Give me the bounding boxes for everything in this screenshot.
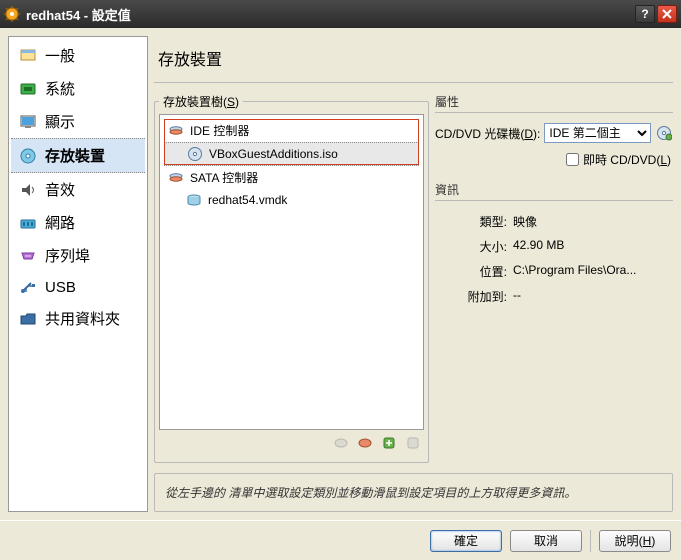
add-attachment-button[interactable] — [380, 434, 398, 452]
sata-controller-icon — [168, 170, 184, 186]
attributes-panel: 屬性 CD/DVD 光碟機(D): IDE 第二個主 即時 CD/DVD(L) … — [435, 93, 673, 463]
info-label: 位置: — [435, 263, 507, 280]
info-value: -- — [513, 288, 673, 305]
drive-label: CD/DVD 光碟機(D): — [435, 125, 540, 142]
live-cd-checkbox[interactable] — [566, 153, 579, 166]
live-cd-checkbox-row[interactable]: 即時 CD/DVD(L) — [566, 151, 671, 168]
cancel-button[interactable]: 取消 — [510, 530, 582, 552]
titlebar-help-button[interactable]: ? — [635, 5, 655, 23]
info-row-location: 位置: C:\Program Files\Ora... — [435, 261, 673, 282]
info-label: 大小: — [435, 238, 507, 255]
sidebar-item-network[interactable]: 網路 — [11, 206, 145, 239]
titlebar: redhat54 - 設定值 ? — [0, 0, 681, 28]
help-button[interactable]: 說明(H) — [599, 530, 671, 552]
attributes-head: 屬性 — [435, 93, 673, 113]
sidebar-item-system[interactable]: 系統 — [11, 72, 145, 105]
sidebar-item-storage[interactable]: 存放裝置 — [11, 138, 145, 173]
tree-item-label: redhat54.vmdk — [208, 193, 287, 207]
tree-item-label: IDE 控制器 — [190, 122, 249, 139]
info-head: 資訊 — [435, 181, 673, 201]
storage-tree[interactable]: IDE 控制器 VBoxGuestAdditions.iso SATA 控制器 … — [159, 114, 424, 430]
usb-icon — [19, 278, 37, 296]
storage-icon — [19, 147, 37, 165]
disc-browse-button[interactable] — [655, 124, 673, 142]
sidebar-item-label: USB — [45, 279, 76, 296]
gear-icon — [4, 6, 20, 22]
sidebar-item-shared[interactable]: 共用資料夾 — [11, 302, 145, 335]
info-row-size: 大小: 42.90 MB — [435, 236, 673, 257]
window-title: redhat54 - 設定值 — [26, 5, 633, 24]
info-label: 類型: — [435, 213, 507, 230]
sidebar-item-serial[interactable]: 序列埠 — [11, 239, 145, 272]
drive-select[interactable]: IDE 第二個主 — [544, 123, 651, 143]
dialog-footer: 確定 取消 說明(H) — [0, 520, 681, 560]
sidebar-item-display[interactable]: 顯示 — [11, 105, 145, 138]
tree-legend: 存放裝置樹(S) — [159, 93, 243, 110]
info-value: 42.90 MB — [513, 238, 673, 255]
remove-attachment-button[interactable] — [404, 434, 422, 452]
hint-box: 從左手邊的 清單中選取設定類別並移動滑鼠到設定項目的上方取得更多資訊。 — [154, 473, 673, 512]
sidebar-item-label: 顯示 — [45, 111, 75, 132]
info-value: 映像 — [513, 213, 673, 230]
tree-toolbar — [159, 430, 424, 452]
tree-item-sata-controller[interactable]: SATA 控制器 — [164, 166, 419, 189]
sidebar-item-general[interactable]: 一般 — [11, 39, 145, 72]
live-cd-label: 即時 CD/DVD(L) — [583, 151, 671, 168]
sidebar-item-label: 一般 — [45, 45, 75, 66]
tree-item-ide-controller[interactable]: IDE 控制器 — [164, 119, 419, 142]
sidebar-item-label: 序列埠 — [45, 245, 90, 266]
storage-tree-fieldset: 存放裝置樹(S) IDE 控制器 VBoxGuestAdditions.iso … — [154, 93, 429, 463]
tree-item-iso[interactable]: VBoxGuestAdditions.iso — [164, 142, 419, 166]
serial-icon — [19, 247, 37, 265]
general-icon — [19, 47, 37, 65]
sidebar-item-label: 音效 — [45, 179, 75, 200]
sidebar-item-label: 系統 — [45, 78, 75, 99]
tree-item-label: VBoxGuestAdditions.iso — [209, 147, 338, 161]
shared-folder-icon — [19, 310, 37, 328]
category-sidebar: 一般 系統 顯示 存放裝置 音效 網路 序列埠 USB — [8, 36, 148, 512]
page-title: 存放裝置 — [154, 36, 673, 83]
info-label: 附加到: — [435, 288, 507, 305]
separator — [590, 530, 591, 552]
sidebar-item-label: 網路 — [45, 212, 75, 233]
system-icon — [19, 80, 37, 98]
audio-icon — [19, 181, 37, 199]
hdd-icon — [186, 192, 202, 208]
sidebar-item-usb[interactable]: USB — [11, 272, 145, 302]
display-icon — [19, 113, 37, 131]
cd-icon — [187, 146, 203, 162]
network-icon — [19, 214, 37, 232]
ok-button[interactable]: 確定 — [430, 530, 502, 552]
add-controller-button[interactable] — [332, 434, 350, 452]
info-row-type: 類型: 映像 — [435, 211, 673, 232]
main-panel: 存放裝置 存放裝置樹(S) IDE 控制器 VBoxGuestAdditions… — [154, 36, 673, 512]
tree-item-label: SATA 控制器 — [190, 169, 258, 186]
tree-item-vmdk[interactable]: redhat54.vmdk — [164, 189, 419, 211]
sidebar-item-label: 存放裝置 — [45, 145, 105, 166]
sidebar-item-audio[interactable]: 音效 — [11, 173, 145, 206]
info-value: C:\Program Files\Ora... — [513, 263, 673, 280]
sidebar-item-label: 共用資料夾 — [45, 308, 120, 329]
remove-controller-button[interactable] — [356, 434, 374, 452]
ide-controller-icon — [168, 123, 184, 139]
info-row-attached: 附加到: -- — [435, 286, 673, 307]
titlebar-close-button[interactable] — [657, 5, 677, 23]
